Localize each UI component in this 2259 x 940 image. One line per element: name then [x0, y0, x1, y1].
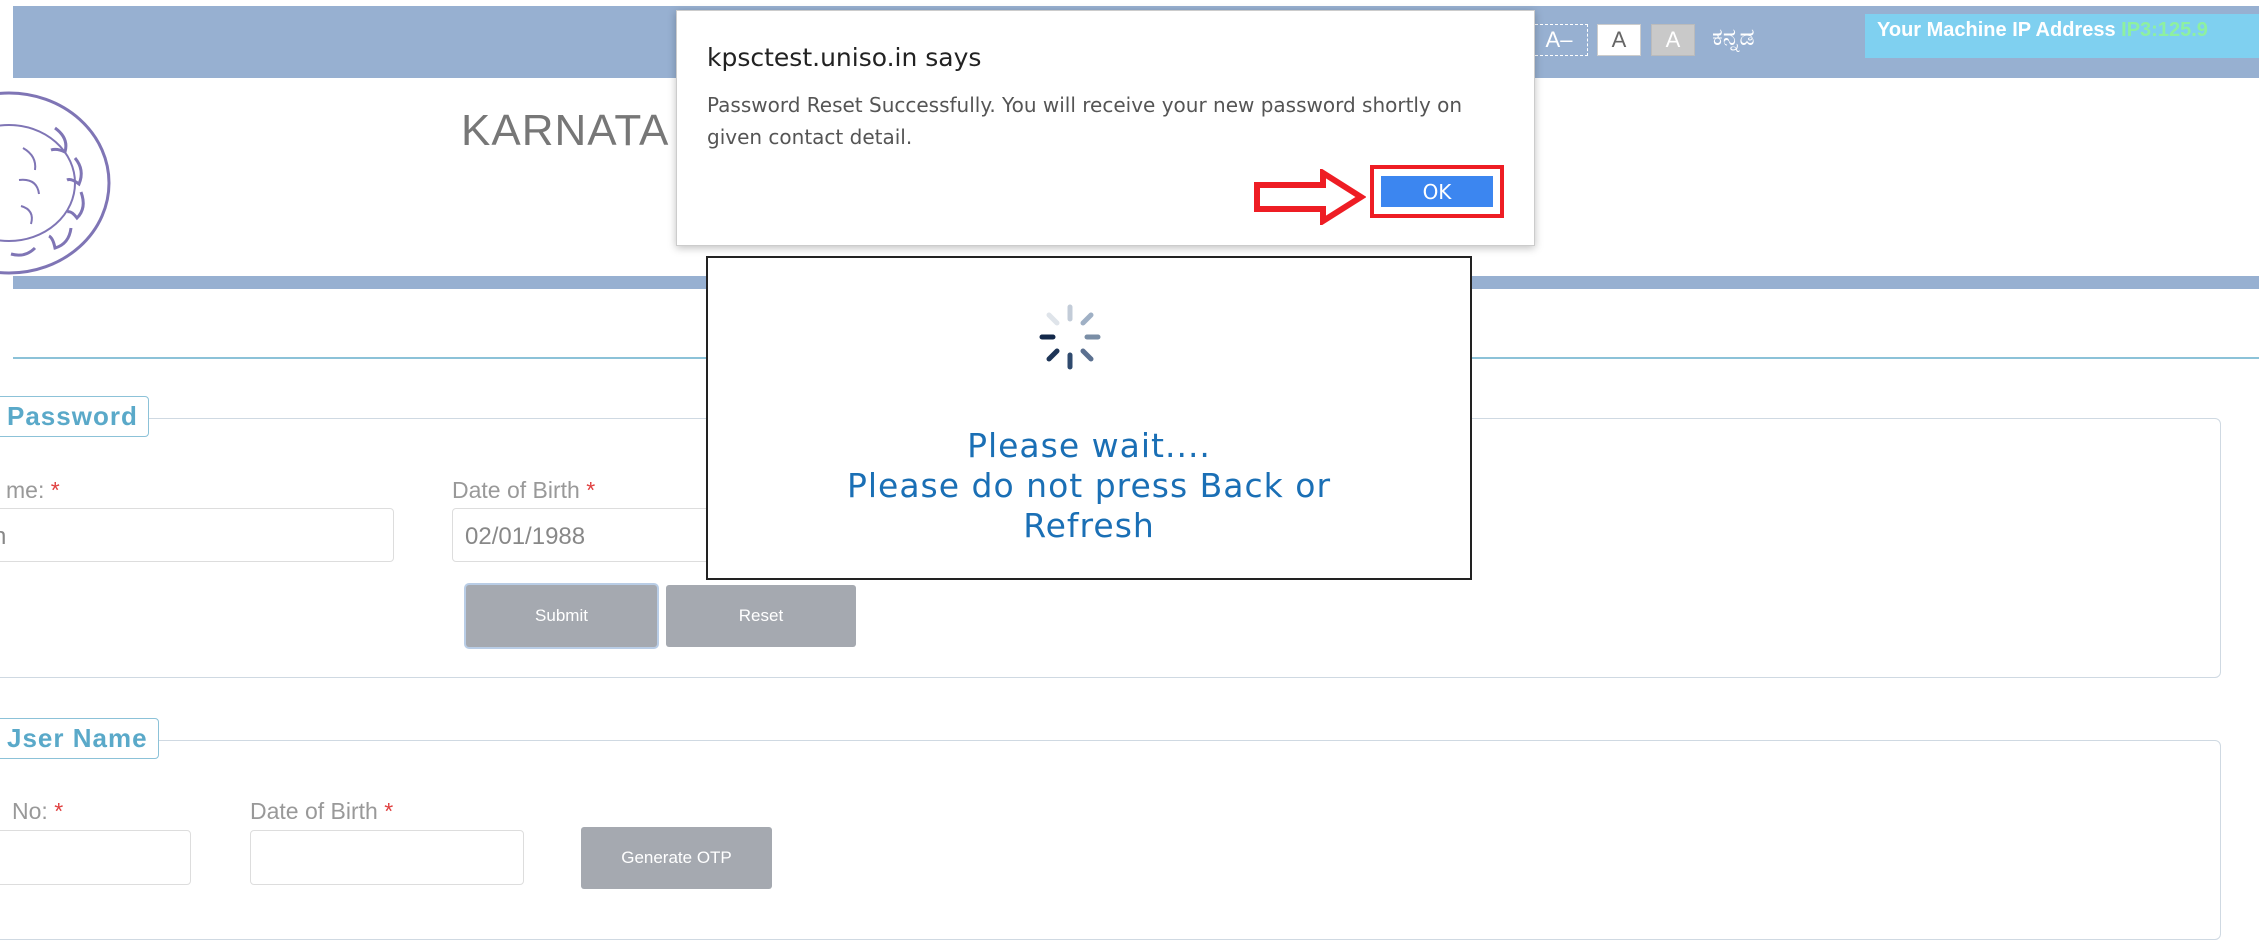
font-increase-button[interactable]: A — [1651, 24, 1695, 56]
username-dob-label: Date of Birth * — [250, 798, 394, 824]
font-normal-button[interactable]: A — [1597, 24, 1641, 56]
loading-overlay-box: Please wait.... Please do not press Back… — [706, 256, 1472, 580]
username-dob-input[interactable] — [250, 830, 524, 885]
submit-button[interactable]: Submit — [466, 585, 657, 647]
loading-spinner-icon — [1039, 304, 1101, 370]
ip-address-value: IP3:125.9 — [2121, 19, 2208, 41]
reset-button[interactable]: Reset — [666, 585, 856, 647]
ip-address-label: Your Machine IP Address — [1877, 19, 2116, 41]
roll-number-label: No: * — [12, 798, 64, 824]
language-toggle-link[interactable]: ಕನ್ನಡ — [1712, 24, 1755, 52]
name-label: me: * — [6, 477, 60, 503]
forgot-username-legend: Jser Name — [0, 718, 159, 759]
dob-input[interactable]: 02/01/1988 — [452, 508, 742, 562]
ok-highlight-box: OK — [1370, 165, 1504, 218]
forgot-password-legend: Password — [0, 396, 149, 437]
ip-address-box: Your Machine IP Address IP3:125.9 — [1865, 14, 2259, 58]
red-arrow-icon — [1254, 169, 1366, 225]
alert-message: Password Reset Successfully. You will re… — [707, 93, 1463, 149]
site-title: KARNATA — [461, 106, 670, 155]
government-seal-logo — [0, 91, 111, 275]
roll-number-input[interactable] — [0, 830, 191, 885]
please-wait-text: Please wait.... — [967, 426, 1211, 465]
font-decrease-button[interactable]: A– — [1530, 24, 1588, 56]
alert-title: kpsctest.uniso.in says — [707, 43, 982, 72]
dob-label: Date of Birth * — [452, 477, 596, 503]
refresh-text: Refresh — [1023, 506, 1155, 545]
name-input[interactable]: n — [0, 508, 394, 562]
do-not-press-back-text: Please do not press Back or — [846, 466, 1332, 505]
generate-otp-button[interactable]: Generate OTP — [581, 827, 772, 889]
browser-alert-dialog: kpsctest.uniso.in says Password Reset Su… — [676, 10, 1535, 246]
ok-button[interactable]: OK — [1381, 176, 1493, 207]
